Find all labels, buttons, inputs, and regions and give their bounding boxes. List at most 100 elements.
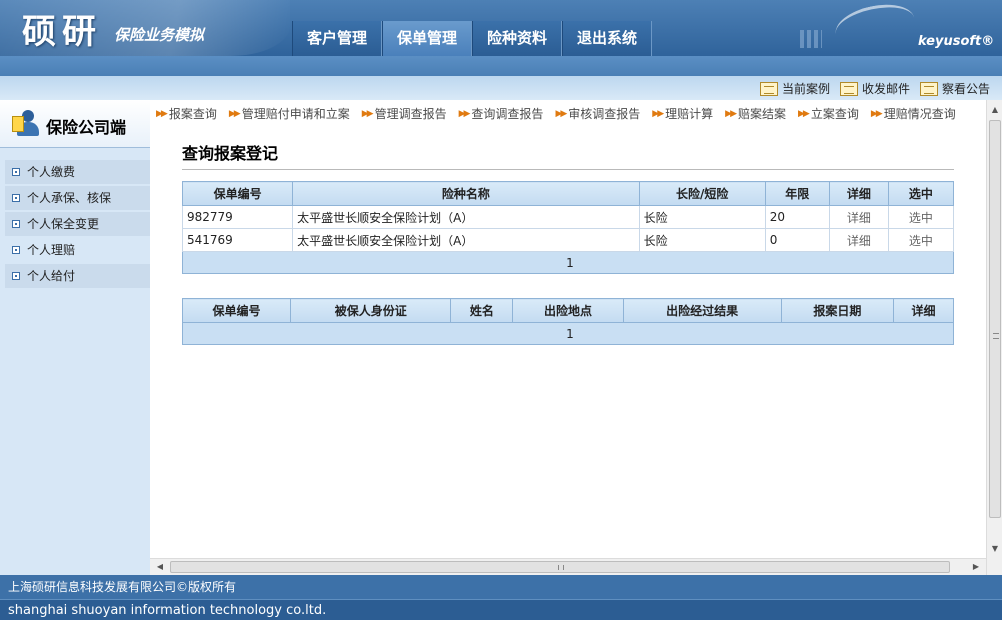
- column-header: 被保人身份证: [290, 298, 452, 323]
- sidebar-item-underwriting[interactable]: 个人承保、核保: [5, 186, 150, 210]
- horizontal-scroll-thumb[interactable]: [170, 561, 950, 573]
- vertical-scrollbar[interactable]: ▲ ▼: [986, 100, 1002, 575]
- subnav-label: 管理赔付申请和立案: [241, 107, 350, 121]
- double-arrow-icon: ▶▶: [361, 108, 374, 119]
- column-header: 详细: [892, 298, 955, 323]
- term-years: 20: [764, 205, 830, 229]
- term-years: 0: [764, 228, 830, 252]
- double-arrow-icon: ▶▶: [458, 108, 471, 119]
- announcement-label: 察看公告: [941, 82, 990, 96]
- column-header: 详细: [828, 181, 889, 206]
- page-title: 查询报案登记: [182, 144, 279, 163]
- case-icon: [759, 81, 778, 96]
- main-content: ▶▶ 报案查询 ▶▶ 管理赔付申请和立案 ▶▶ 管理调查报告 ▶▶ 查询调查报告 ▶▶ 审…: [150, 100, 986, 558]
- horizontal-scrollbar[interactable]: ◀ ▶: [150, 558, 986, 575]
- subnav-report-query[interactable]: ▶▶ 报案查询: [156, 105, 217, 122]
- sidebar-title: 保险公司端: [0, 100, 150, 148]
- mail-icon: [839, 81, 858, 96]
- nav-insurance-types[interactable]: 险种资料: [472, 21, 562, 56]
- announcement-link[interactable]: 察看公告: [919, 80, 990, 97]
- sidebar-item-label: 个人保全变更: [27, 217, 100, 231]
- column-header: 险种名称: [292, 181, 640, 206]
- sidebar-item-claims[interactable]: 个人理赔: [5, 238, 150, 262]
- sidebar-item-payment[interactable]: 个人缴费: [5, 160, 150, 184]
- page-number[interactable]: 1: [182, 251, 954, 274]
- double-arrow-icon: ▶▶: [870, 108, 883, 119]
- subnav-label: 赔案结案: [738, 107, 787, 121]
- bullet-icon: [12, 246, 20, 254]
- column-header: 出险地点: [512, 298, 624, 323]
- scroll-down-icon[interactable]: ▼: [987, 541, 1002, 557]
- subnav-claim-application[interactable]: ▶▶ 管理赔付申请和立案: [229, 105, 350, 122]
- double-arrow-icon: ▶▶: [156, 108, 168, 119]
- column-header: 保单编号: [181, 298, 292, 323]
- policy-number: 982779: [181, 205, 294, 229]
- policy-table: 保单编号 险种名称 长险/短险 年限 详细 选中 982779 太平盛世长顺安全…: [181, 181, 955, 274]
- insurer-user-icon: [12, 110, 40, 138]
- sidebar-menu: 个人缴费 个人承保、核保 个人保全变更 个人理赔 个人给付: [5, 160, 150, 290]
- subnav-query-investigation[interactable]: ▶▶ 查询调查报告: [459, 105, 544, 122]
- column-header: 保单编号: [181, 181, 294, 206]
- current-case-link[interactable]: 当前案例: [759, 80, 830, 97]
- subnav-label: 理赔情况查询: [883, 107, 956, 121]
- scroll-right-icon[interactable]: ▶: [968, 559, 984, 575]
- double-arrow-icon: ▶▶: [652, 108, 664, 119]
- subnav-review-investigation[interactable]: ▶▶ 审核调查报告: [555, 105, 640, 122]
- logo-subtitle: 保险业务模拟: [114, 26, 205, 44]
- vertical-scroll-thumb[interactable]: [989, 120, 1001, 518]
- subnav-case-closure[interactable]: ▶▶ 赔案结案: [725, 105, 786, 122]
- bullet-icon: [12, 220, 20, 228]
- header-strip: [0, 56, 1002, 76]
- footer-company: shanghai shuoyan information technology …: [0, 599, 1002, 620]
- double-arrow-icon: ▶▶: [228, 108, 241, 119]
- insurance-name: 太平盛世长顺安全保险计划（A）: [292, 228, 640, 252]
- sub-nav: ▶▶ 报案查询 ▶▶ 管理赔付申请和立案 ▶▶ 管理调查报告 ▶▶ 查询调查报告 ▶▶ 审…: [156, 105, 968, 122]
- subnav-claim-calculation[interactable]: ▶▶ 理赔计算: [652, 105, 713, 122]
- subnav-claim-status-query[interactable]: ▶▶ 理赔情况查询: [871, 105, 956, 122]
- scroll-left-icon[interactable]: ◀: [152, 559, 168, 575]
- table-header-row: 保单编号 险种名称 长险/短险 年限 详细 选中: [181, 181, 955, 206]
- select-link[interactable]: 选中: [887, 205, 955, 229]
- brand-logo: keyusoft®: [918, 34, 995, 49]
- table-row: 541769 太平盛世长顺安全保险计划（A） 长险 0 详细 选中: [181, 228, 955, 252]
- quick-links: 当前案例 收发邮件 察看公告: [759, 80, 990, 97]
- bullet-icon: [12, 272, 20, 280]
- table-row: 982779 太平盛世长顺安全保险计划（A） 长险 20 详细 选中: [181, 205, 955, 229]
- mail-link[interactable]: 收发邮件: [839, 80, 910, 97]
- sidebar-item-preservation-change[interactable]: 个人保全变更: [5, 212, 150, 236]
- logo-main: 硕研: [22, 12, 102, 52]
- subnav-label: 报案查询: [168, 107, 217, 121]
- detail-link[interactable]: 详细: [828, 205, 889, 229]
- bullet-icon: [12, 194, 20, 202]
- subnav-manage-investigation[interactable]: ▶▶ 管理调查报告: [362, 105, 447, 122]
- announcement-icon: [919, 81, 938, 96]
- subnav-label: 理赔计算: [665, 107, 714, 121]
- nav-customer-management[interactable]: 客户管理: [292, 21, 382, 56]
- detail-link[interactable]: 详细: [828, 228, 889, 252]
- sidebar-item-benefits[interactable]: 个人给付: [5, 264, 150, 288]
- nav-policy-management[interactable]: 保单管理: [382, 21, 472, 56]
- app-header: 硕研 保险业务模拟 客户管理 保单管理 险种资料 退出系统 keyusoft®: [0, 0, 1002, 56]
- select-link[interactable]: 选中: [887, 228, 955, 252]
- subnav-label: 查询调查报告: [471, 107, 544, 121]
- term-type: 长险: [638, 228, 766, 252]
- column-header: 姓名: [450, 298, 514, 323]
- column-header: 出险经过结果: [622, 298, 782, 323]
- sidebar-item-label: 个人缴费: [27, 165, 76, 179]
- subnav-case-query[interactable]: ▶▶ 立案查询: [798, 105, 859, 122]
- page-number[interactable]: 1: [182, 322, 954, 345]
- grip-icon: [993, 333, 999, 339]
- column-header: 选中: [887, 181, 955, 206]
- double-arrow-icon: ▶▶: [555, 108, 567, 119]
- pager-row: 1: [182, 251, 954, 274]
- current-case-label: 当前案例: [781, 82, 830, 96]
- nav-logout[interactable]: 退出系统: [562, 21, 652, 56]
- policy-number: 541769: [181, 228, 294, 252]
- subnav-label: 审核调查报告: [568, 107, 641, 121]
- term-type: 长险: [638, 205, 766, 229]
- column-header: 年限: [764, 181, 830, 206]
- subnav-label: 管理调查报告: [374, 107, 447, 121]
- sidebar-title-text: 保险公司端: [46, 118, 127, 137]
- scroll-up-icon[interactable]: ▲: [987, 102, 1002, 118]
- bullet-icon: [12, 168, 20, 176]
